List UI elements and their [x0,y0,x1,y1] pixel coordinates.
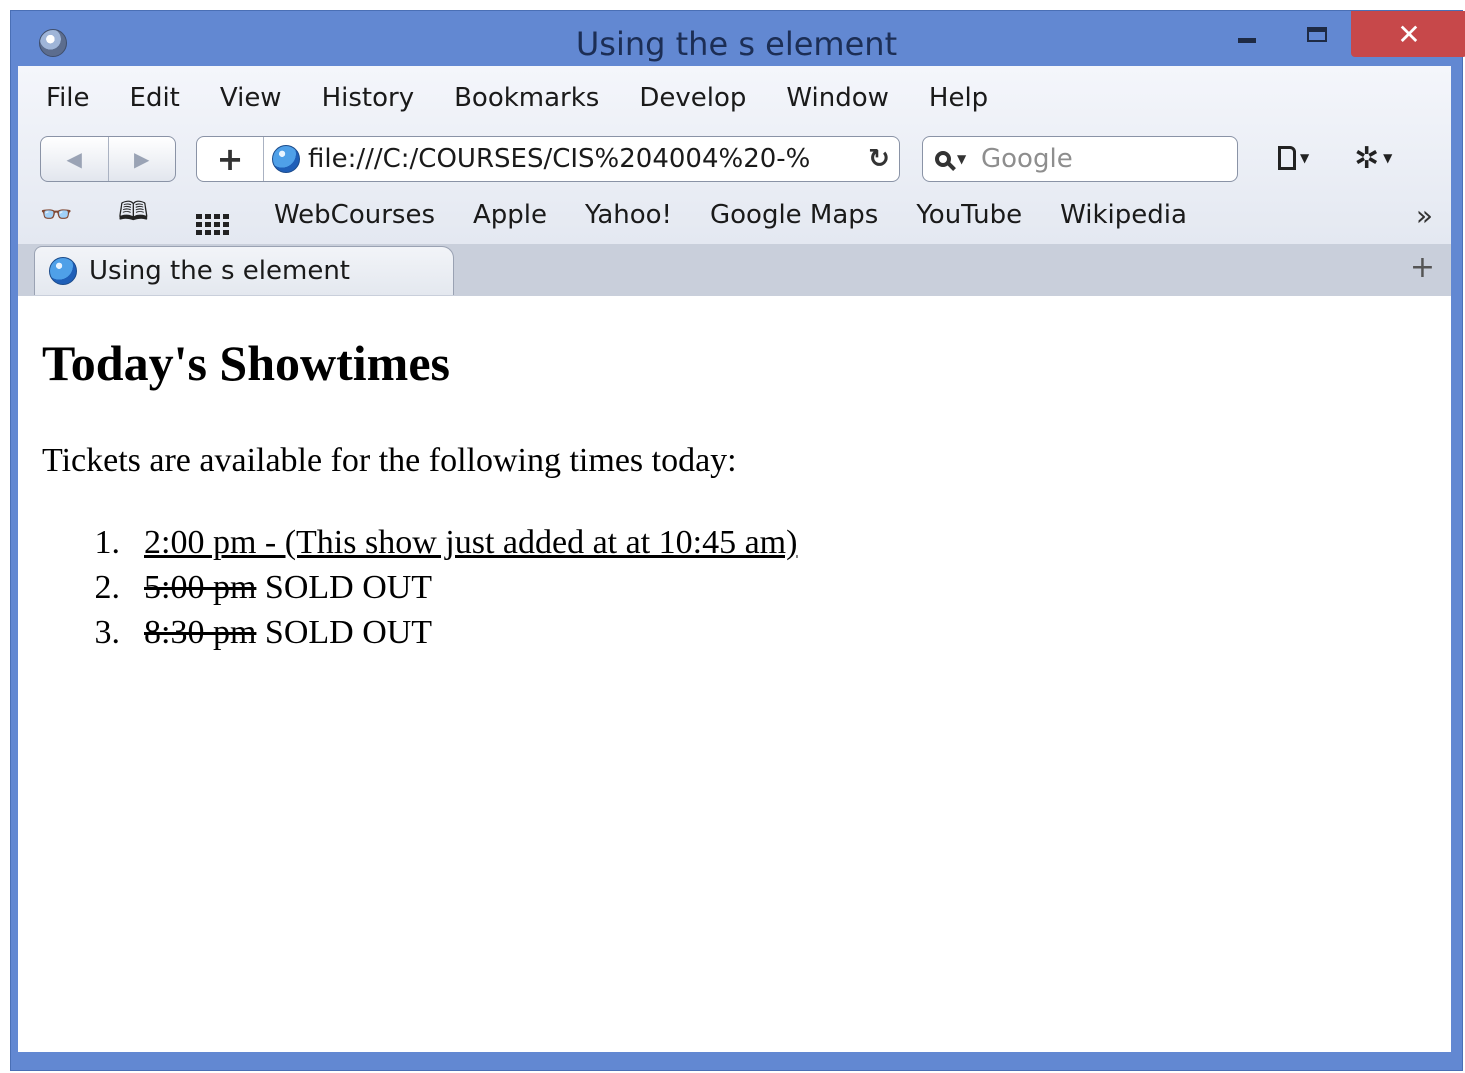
chevron-down-icon: ▼ [957,152,967,166]
tab-strip: Using the s element + [18,244,1451,297]
back-button[interactable]: ◀ [41,137,108,181]
bookmark-webcourses[interactable]: WebCourses [274,200,435,230]
nav-toolbar: ◀ ▶ + file:///C:/COURSES/CIS%204004%20-%… [18,132,1451,188]
reading-list-icon[interactable]: 👓 [40,200,92,230]
list-item: 1. 2:00 pm - (This show just added at at… [42,520,798,565]
globe-icon [49,257,77,285]
list-item: 3. 8:30 pm SOLD OUT [42,610,797,655]
maximize-button[interactable] [1293,11,1341,57]
search-icon [935,151,951,167]
add-bookmark-button[interactable]: + [197,137,264,181]
maximize-icon [1307,26,1327,42]
list-number: 3. [94,614,121,651]
tab-active[interactable]: Using the s element [34,246,454,295]
close-button[interactable]: ✕ [1351,11,1465,57]
bookmark-yahoo[interactable]: Yahoo! [585,200,672,230]
more-bookmarks-icon[interactable]: » [1416,199,1433,232]
showtime-struck: 8:30 pm [144,614,257,651]
menu-view[interactable]: View [220,83,282,113]
settings-menu-button[interactable]: ✲ ▼ [1354,138,1392,178]
new-tab-button[interactable]: + [1410,250,1435,285]
search-box: ▼ [922,136,1238,182]
bookmark-google-maps[interactable]: Google Maps [710,200,878,230]
tab-label: Using the s element [89,256,351,286]
forward-button[interactable]: ▶ [107,137,176,181]
gear-icon: ✲ [1354,140,1380,176]
bookmarks-book-icon[interactable]: 🕮 [118,193,162,237]
menu-bar: File Edit View History Bookmarks Develop… [18,66,1451,130]
page-content: Today's Showtimes Tickets are available … [18,296,1451,1052]
sold-out-label: SOLD OUT [256,569,433,606]
page-icon [1278,146,1296,170]
bookmark-wikipedia[interactable]: Wikipedia [1060,200,1187,230]
showtime-inserted: 2:00 pm - (This show just added at at 10… [144,524,798,561]
sold-out-label: SOLD OUT [256,614,433,651]
list-number: 2. [94,569,121,606]
intro-text: Tickets are available for the following … [42,442,737,479]
chevron-down-icon: ▼ [1300,151,1310,165]
menu-help[interactable]: Help [929,83,988,113]
showtime-struck: 5:00 pm [144,569,257,606]
minimize-button[interactable] [1223,11,1271,57]
menu-history[interactable]: History [322,83,415,113]
search-input[interactable] [979,143,1213,175]
url-input[interactable]: file:///C:/COURSES/CIS%204004%20-% [308,144,859,174]
list-item: 2. 5:00 pm SOLD OUT [42,565,797,610]
bookmarks-bar: 👓 🕮 WebCourses Apple Yahoo! Google Maps … [18,190,1451,240]
menu-develop[interactable]: Develop [639,83,746,113]
reload-button[interactable]: ↻ [859,144,899,174]
chevron-down-icon: ▼ [1383,151,1393,165]
showtimes-list: 1. 2:00 pm - (This show just added at at… [42,520,798,655]
menu-file[interactable]: File [46,83,90,113]
minimize-icon [1238,37,1256,43]
menu-bookmarks[interactable]: Bookmarks [454,83,599,113]
top-sites-grid-icon[interactable] [196,196,236,235]
list-number: 1. [94,524,121,561]
address-bar: + file:///C:/COURSES/CIS%204004%20-% ↻ [196,136,900,182]
page-heading: Today's Showtimes [42,335,450,391]
globe-icon [272,145,300,173]
menu-edit[interactable]: Edit [130,83,180,113]
bookmark-apple[interactable]: Apple [473,200,547,230]
menu-window[interactable]: Window [786,83,889,113]
back-forward-group: ◀ ▶ [40,136,176,182]
search-engine-button[interactable]: ▼ [935,151,979,167]
page-menu-button[interactable]: ▼ [1278,138,1309,178]
browser-chrome: File Edit View History Bookmarks Develop… [18,66,1451,297]
close-icon: ✕ [1397,17,1421,51]
bookmark-youtube[interactable]: YouTube [916,200,1022,230]
